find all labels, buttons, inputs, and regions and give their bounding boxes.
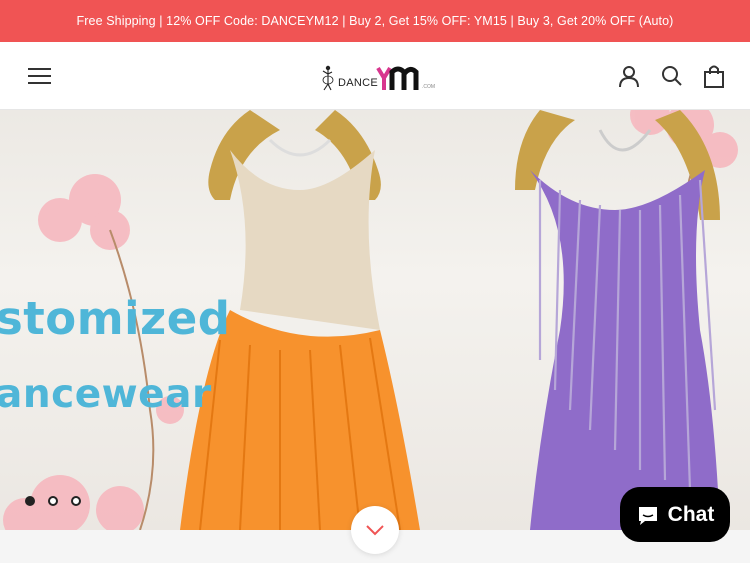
cart-icon[interactable] [702, 64, 726, 88]
site-logo[interactable]: DANCE .COM [318, 60, 436, 94]
announcement-bar: Free Shipping | 12% OFF Code: DANCEYM12 … [0, 0, 750, 42]
search-icon[interactable] [660, 64, 684, 88]
chat-label: Chat [667, 502, 715, 526]
scroll-down-button[interactable] [351, 506, 399, 554]
slide-indicators [25, 496, 81, 506]
logo-text: DANCE [338, 77, 379, 89]
announcement-text: Free Shipping | 12% OFF Code: DANCEYM12 … [76, 14, 674, 28]
logo-suffix: .COM [422, 84, 436, 90]
hamburger-menu-icon[interactable] [28, 68, 51, 85]
slide-dot-2[interactable] [48, 496, 58, 506]
hero-headline-line2: ancewear [0, 372, 212, 417]
chat-bubble-icon [638, 506, 657, 525]
site-header: DANCE .COM [0, 42, 750, 110]
hero-slideshow[interactable]: stomized ancewear [0, 110, 750, 530]
hero-headline-line1: stomized [0, 292, 231, 345]
account-icon[interactable] [617, 64, 641, 88]
chat-button[interactable]: Chat [620, 487, 730, 542]
slide-dot-1[interactable] [25, 496, 35, 506]
slide-dot-3[interactable] [71, 496, 81, 506]
chevron-down-icon [366, 525, 384, 536]
